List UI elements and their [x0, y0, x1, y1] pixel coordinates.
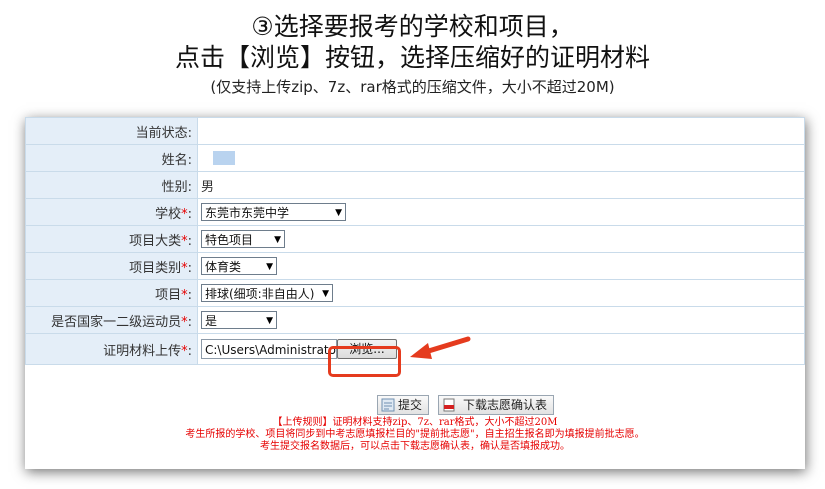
school-select-value: 东莞市东莞中学	[205, 206, 290, 220]
browse-highlight-frame	[328, 346, 401, 377]
chevron-down-icon: ▼	[266, 262, 273, 272]
category-label: 项目大类	[129, 233, 182, 249]
notes-line-3: 考生提交报名数据后，可以点击下载志愿确认表，确认是否填报成功。	[260, 441, 570, 452]
type-label: 项目类别	[129, 260, 182, 276]
pdf-icon	[443, 398, 455, 412]
athlete-label-cell: 是否国家一二级运动员*:	[25, 306, 198, 334]
type-select-value: 体育类	[205, 260, 242, 274]
submit-icon	[381, 398, 395, 412]
athlete-value-cell: 是 ▼	[197, 306, 805, 334]
project-select-value: 排球(细项:非自由人)	[205, 287, 315, 301]
category-value-cell: 特色项目 ▼	[197, 225, 805, 253]
athlete-label: 是否国家一二级运动员	[51, 314, 182, 330]
row-name: 姓名:	[25, 144, 805, 172]
label-colon: :	[187, 260, 192, 276]
upload-label-cell: 证明材料上传*:	[25, 333, 198, 365]
label-colon: :	[187, 314, 192, 330]
submit-button[interactable]: 提交	[377, 395, 429, 415]
row-athlete: 是否国家一二级运动员*: 是 ▼	[25, 306, 805, 334]
notes-line-1: 【上传规则】证明材料支持zip、7z、rar格式，大小不超过20M	[272, 417, 558, 428]
upload-value-cell: C:\Users\Administrator\D浏览...	[197, 333, 805, 365]
school-label: 学校	[155, 206, 182, 222]
action-buttons: 提交 下载志愿确认表	[25, 395, 805, 417]
chevron-down-icon: ▼	[322, 289, 329, 299]
row-school: 学校*: 东莞市东莞中学 ▼	[25, 198, 805, 226]
chevron-down-icon: ▼	[266, 316, 273, 326]
school-value-cell: 东莞市东莞中学 ▼	[197, 198, 805, 226]
category-select[interactable]: 特色项目 ▼	[201, 230, 285, 248]
school-label-cell: 学校*:	[25, 198, 198, 226]
project-select[interactable]: 排球(细项:非自由人) ▼	[201, 284, 333, 302]
label-colon: :	[187, 287, 192, 303]
form-panel: 当前状态: 姓名: 性别: 男 学校*: 东莞市东莞中学 ▼ 项目大类*: 特色项…	[25, 117, 805, 469]
name-redaction	[213, 151, 235, 165]
name-label: 姓名:	[25, 144, 198, 172]
category-label-cell: 项目大类*:	[25, 225, 198, 253]
heading-line-1: ③选择要报考的学校和项目，	[251, 12, 574, 41]
athlete-select[interactable]: 是 ▼	[201, 311, 277, 329]
chevron-down-icon: ▼	[335, 208, 342, 218]
category-select-value: 特色项目	[205, 233, 254, 247]
gender-label: 性别:	[25, 171, 198, 199]
project-value-cell: 排球(细项:非自由人) ▼	[197, 279, 805, 307]
row-category: 项目大类*: 特色项目 ▼	[25, 225, 805, 253]
chevron-down-icon: ▼	[274, 235, 281, 245]
type-select[interactable]: 体育类 ▼	[201, 257, 277, 275]
file-path-input[interactable]: C:\Users\Administrator\D	[201, 339, 337, 359]
notes-line-2: 考生所报的学校、项目将同步到中考志愿填报栏目的"提前批志愿"，自主招生报名即为填…	[185, 429, 645, 440]
upload-notes: 【上传规则】证明材料支持zip、7z、rar格式，大小不超过20M 考生所报的学…	[25, 417, 805, 453]
gender-value: 男	[197, 171, 805, 199]
status-label: 当前状态:	[25, 117, 198, 145]
submit-label: 提交	[398, 398, 423, 412]
heading-line-2: 点击【浏览】按钮，选择压缩好的证明材料	[174, 43, 650, 72]
project-label-cell: 项目*:	[25, 279, 198, 307]
arrow-icon	[410, 336, 471, 359]
athlete-select-value: 是	[205, 314, 218, 328]
label-colon: :	[187, 206, 192, 222]
row-type: 项目类别*: 体育类 ▼	[25, 252, 805, 280]
type-label-cell: 项目类别*:	[25, 252, 198, 280]
application-form: 当前状态: 姓名: 性别: 男 学校*: 东莞市东莞中学 ▼ 项目大类*: 特色项…	[25, 117, 805, 365]
status-value	[197, 117, 805, 145]
label-colon: :	[187, 343, 192, 359]
type-value-cell: 体育类 ▼	[197, 252, 805, 280]
download-label: 下载志愿确认表	[463, 398, 548, 412]
download-confirmation-button[interactable]: 下载志愿确认表	[438, 395, 554, 415]
upload-label: 证明材料上传	[103, 343, 182, 359]
row-gender: 性别: 男	[25, 171, 805, 199]
project-label: 项目	[155, 287, 182, 303]
name-value	[197, 144, 805, 172]
row-project: 项目*: 排球(细项:非自由人) ▼	[25, 279, 805, 307]
school-select[interactable]: 东莞市东莞中学 ▼	[201, 203, 346, 221]
label-colon: :	[187, 233, 192, 249]
row-status: 当前状态:	[25, 117, 805, 145]
heading-subtitle: (仅支持上传zip、7z、rar格式的压缩文件，大小不超过20M)	[210, 78, 615, 96]
